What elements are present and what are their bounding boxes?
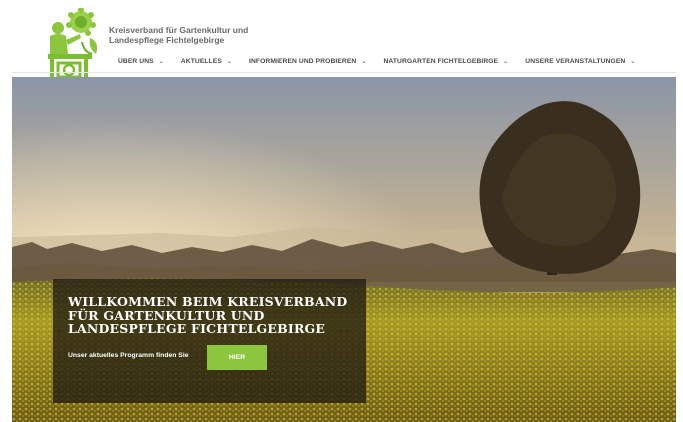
nav-divider (12, 72, 676, 73)
nav-item-ueber-uns[interactable]: ÜBER UNS ⌄ (118, 58, 164, 65)
nav-item-aktuelles[interactable]: AKTUELLES ⌄ (181, 58, 232, 65)
chevron-down-icon: ⌄ (226, 59, 233, 65)
chevron-down-icon: ⌄ (158, 59, 164, 65)
main-navigation: ÜBER UNS ⌄ AKTUELLES ⌄ INFORMIEREN UND P… (118, 58, 652, 65)
nav-item-label: AKTUELLES (180, 58, 222, 65)
site-title-line1: Kreisverband für Gartenkultur und (109, 25, 249, 35)
nav-item-informieren[interactable]: INFORMIEREN UND PROBIEREN ⌄ (249, 58, 366, 65)
nav-item-label: UNSERE VERANSTALTUNGEN (525, 58, 626, 65)
site-title-line2: Landespflege Fichtelgebirge (109, 35, 225, 45)
nav-item-veranstaltungen[interactable]: UNSERE VERANSTALTUNGEN ⌄ (525, 58, 635, 65)
nav-item-label: ÜBER UNS (118, 58, 154, 65)
nav-item-label: INFORMIEREN UND PROBIEREN (249, 58, 357, 65)
welcome-heading: WILLKOMMEN BEIM KREISVERBAND FÜR GARTENK… (68, 294, 348, 336)
nav-item-naturgarten[interactable]: NATURGARTEN FICHTELGEBIRGE ⌄ (383, 58, 508, 65)
chevron-down-icon: ⌄ (361, 59, 367, 65)
site-logo-icon[interactable] (44, 8, 104, 82)
chevron-down-icon: ⌄ (503, 59, 509, 65)
nav-item-label: NATURGARTEN FICHTELGEBIRGE (383, 58, 499, 65)
program-hier-button[interactable]: HIER (207, 345, 267, 370)
site-title[interactable]: Kreisverband für Gartenkultur und Landes… (109, 25, 248, 45)
program-promo-text: Unser aktuelles Programm finden Sie (68, 352, 189, 359)
site-header: Kreisverband für Gartenkultur und Landes… (0, 0, 683, 79)
chevron-down-icon: ⌄ (630, 59, 636, 65)
